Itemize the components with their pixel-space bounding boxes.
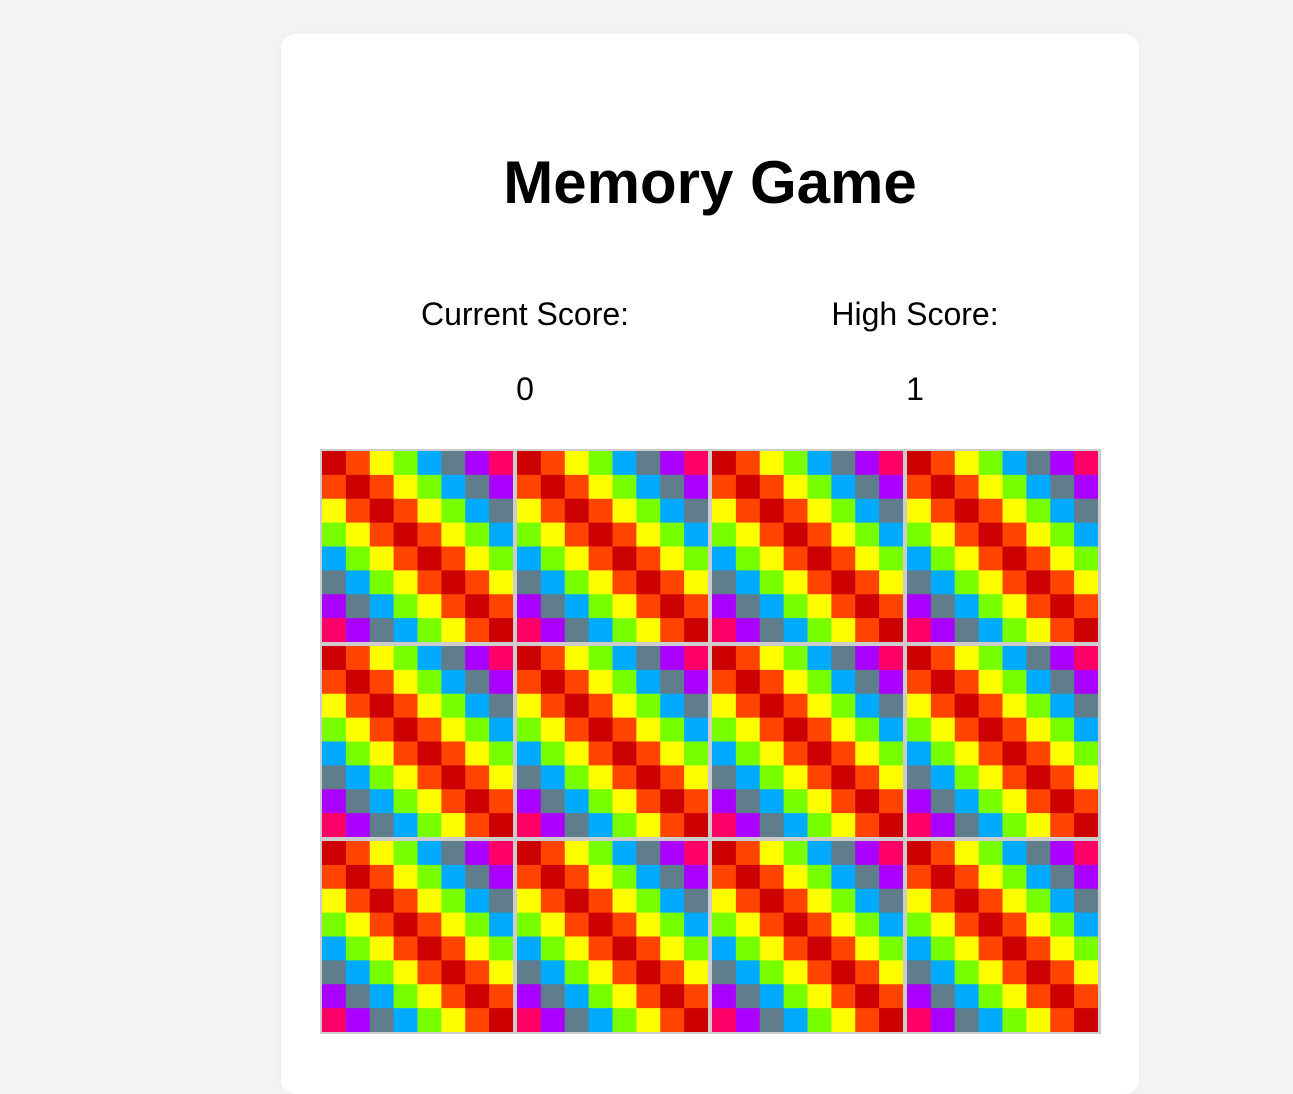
card-back-pattern: [907, 646, 1098, 837]
memory-tile[interactable]: [320, 644, 515, 839]
card-back-pattern: [907, 841, 1098, 1032]
memory-tile[interactable]: [905, 449, 1100, 644]
high-score-panel: High Score: 1: [765, 290, 1065, 413]
page-title: Memory Game: [503, 149, 917, 216]
card-back-pattern: [712, 451, 903, 642]
memory-tile[interactable]: [515, 644, 710, 839]
high-score-value: 1: [906, 371, 924, 407]
memory-tile[interactable]: [515, 449, 710, 644]
memory-tile[interactable]: [710, 449, 905, 644]
memory-tile[interactable]: [710, 839, 905, 1034]
memory-tile[interactable]: [905, 839, 1100, 1034]
memory-tile[interactable]: [710, 644, 905, 839]
card-back-pattern: [712, 646, 903, 837]
game-card: Memory Game Current Score: 0 High Score:…: [281, 34, 1139, 1094]
card-back-pattern: [322, 451, 513, 642]
card-back-pattern: [712, 841, 903, 1032]
card-back-pattern: [517, 841, 708, 1032]
memory-tile[interactable]: [320, 839, 515, 1034]
card-back-pattern: [517, 451, 708, 642]
card-back-pattern: [322, 841, 513, 1032]
memory-tile[interactable]: [905, 644, 1100, 839]
current-score-panel: Current Score: 0: [375, 290, 675, 413]
current-score-label: Current Score:: [420, 296, 630, 332]
game-board: [320, 449, 1101, 1034]
card-back-pattern: [907, 451, 1098, 642]
current-score-value: 0: [516, 371, 534, 407]
memory-tile[interactable]: [515, 839, 710, 1034]
card-back-pattern: [322, 646, 513, 837]
card-back-pattern: [517, 646, 708, 837]
high-score-label: High Score:: [831, 296, 999, 332]
memory-tile[interactable]: [320, 449, 515, 644]
